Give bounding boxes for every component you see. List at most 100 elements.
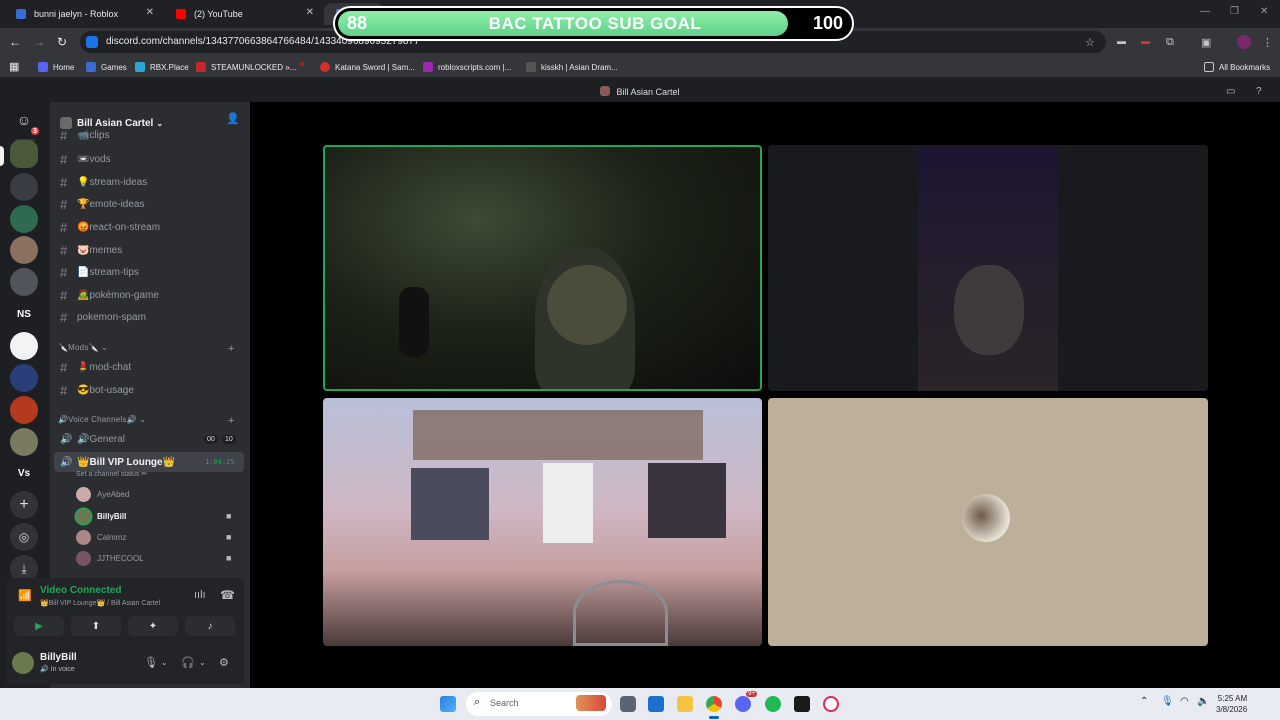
browser-tab-roblox[interactable]: bunni jaelyn - Roblox ✕	[4, 3, 162, 25]
voice-channel-bill-vip-lounge[interactable]: 🔊 👑Bill VIP Lounge👑 1:04:25	[54, 452, 244, 472]
voice-user[interactable]: Calmmz ■	[76, 527, 231, 547]
start-windows-icon[interactable]	[440, 696, 456, 712]
video-tile-room[interactable]	[323, 398, 762, 646]
bookmark-kisskh[interactable]: kisskh | Asian Dram...	[526, 62, 618, 72]
opera-icon[interactable]	[823, 696, 839, 712]
activities-button[interactable]: ✦	[128, 616, 178, 636]
inbox-icon[interactable]: ▭	[1226, 86, 1235, 97]
voice-user[interactable]: JJTHECOOL ■	[76, 548, 231, 568]
bookmark-robloxscripts[interactable]: robloxscripts.com |...	[423, 62, 511, 72]
taskbar-clock[interactable]: 5:25 AM 3/8/2026	[1216, 693, 1247, 715]
voice-user[interactable]: AyeAbed	[76, 484, 129, 504]
video-tile-speaking[interactable]	[323, 145, 762, 391]
bookmark-rbxplace[interactable]: RBX.Place	[135, 62, 189, 72]
file-explorer-icon[interactable]	[677, 696, 693, 712]
channel-bot-usage[interactable]: # 😎bot-usage	[54, 380, 244, 400]
volume-icon[interactable]: 🔈	[1197, 696, 1209, 707]
voice-channel-general[interactable]: 🔊 🔊General 00 10	[54, 429, 244, 449]
avatar[interactable]	[12, 652, 34, 674]
category-mods[interactable]: 🔪Mods🔪 ⌄ +	[58, 343, 234, 355]
bookmark-games[interactable]: Games	[86, 62, 127, 72]
restore-icon[interactable]: ❐	[1230, 6, 1239, 17]
channel-react-on-stream[interactable]: # 😡react-on-stream	[54, 217, 244, 237]
server-icon-ns[interactable]: NS	[10, 300, 38, 328]
reload-icon[interactable]: ↻	[57, 35, 67, 49]
server-icon-bill-asian-cartel[interactable]	[10, 140, 38, 168]
server-icon[interactable]	[10, 332, 38, 360]
channel-vods[interactable]: # 📼vods	[54, 149, 244, 169]
roblox-studio-icon[interactable]	[794, 696, 810, 712]
task-view-icon[interactable]	[620, 696, 636, 712]
screen-share-button[interactable]: ⬆	[71, 616, 121, 636]
create-channel-icon[interactable]: +	[228, 343, 235, 355]
video-tile-avatar[interactable]	[768, 398, 1208, 646]
server-icon[interactable]	[10, 364, 38, 392]
chevron-down-icon[interactable]: ⌄	[199, 658, 206, 667]
show-hidden-icons-chevron-icon[interactable]: ⌃	[1140, 696, 1148, 707]
noise-suppression-icon[interactable]: ıılı	[194, 589, 206, 601]
channel-pokemon-spam[interactable]: # pokemon-spam	[54, 307, 244, 327]
channel-clips[interactable]: # 📹clips	[54, 126, 244, 144]
settings-gear-icon[interactable]: ⚙	[219, 656, 229, 669]
channel-stream-ideas[interactable]: # 💡stream-ideas	[54, 172, 244, 192]
site-info-icon[interactable]	[86, 36, 98, 48]
server-icon[interactable]	[10, 428, 38, 456]
close-tab-icon[interactable]: ✕	[146, 7, 154, 18]
microphone-icon[interactable]: 🎙	[144, 656, 158, 669]
bookmark-steamunlocked[interactable]: STEAMUNLOCKED »...	[196, 62, 296, 72]
close-window-icon[interactable]: ✕	[1260, 6, 1268, 17]
bookmark-home[interactable]: Home	[38, 62, 74, 72]
browser-tab-youtube[interactable]: (2) YouTube ✕	[164, 3, 322, 25]
camera-button[interactable]: ▶	[14, 616, 64, 636]
direct-messages-button[interactable]: ☺ 3	[10, 106, 41, 137]
channel-memes[interactable]: # 🐷memes	[54, 240, 244, 260]
channel-emote-ideas[interactable]: # 🏆emote-ideas	[54, 194, 244, 214]
widgets-icon[interactable]	[648, 696, 664, 712]
wifi-icon[interactable]: ◠	[1180, 696, 1189, 707]
chrome-icon[interactable]	[706, 696, 722, 712]
channel-status[interactable]: Set a channel status ✏	[76, 470, 147, 478]
chevron-down-icon[interactable]: ⌄	[161, 658, 168, 667]
invite-people-icon[interactable]: 👤	[226, 112, 240, 125]
channel-mod-chat[interactable]: # 💄mod-chat	[54, 357, 244, 377]
bookmark-star-icon[interactable]: ☆	[1085, 36, 1095, 49]
discord-taskbar-icon[interactable]: 9+	[735, 691, 757, 712]
server-icon[interactable]	[10, 205, 38, 233]
discover-compass-icon[interactable]: ◎	[10, 523, 38, 551]
headphones-icon[interactable]: 🎧	[181, 656, 195, 669]
menu-kebab-icon[interactable]: ⋮	[1262, 36, 1273, 49]
server-icon[interactable]	[10, 236, 38, 264]
side-panel-icon[interactable]: ▣	[1201, 36, 1211, 49]
apps-grid-icon[interactable]: ▦	[9, 60, 19, 73]
taskbar-search[interactable]: ⌕ Search	[466, 692, 612, 716]
voice-user[interactable]: BillyBill ■	[76, 506, 231, 526]
signal-icon[interactable]: 📶	[18, 589, 32, 602]
server-icon[interactable]	[10, 173, 38, 201]
profile-avatar[interactable]	[1237, 35, 1251, 49]
help-icon[interactable]: ?	[1256, 86, 1262, 97]
back-icon[interactable]: ←	[9, 35, 21, 49]
category-voice-channels[interactable]: 🔊Voice Channels🔊 ⌄ +	[58, 415, 234, 427]
channel-stream-tips[interactable]: # 📄stream-tips	[54, 262, 244, 282]
server-icon[interactable]	[10, 268, 38, 296]
add-server-icon[interactable]: +	[10, 491, 38, 519]
extensions-puzzle-icon[interactable]: ⧉	[1166, 36, 1174, 49]
spotify-icon[interactable]	[765, 696, 781, 712]
bookmark-katana[interactable]: Katana Sword | Sam...	[320, 62, 415, 72]
create-channel-icon[interactable]: +	[228, 415, 235, 427]
minimize-icon[interactable]: —	[1200, 6, 1210, 17]
disconnect-icon[interactable]: ☎	[220, 588, 235, 602]
close-tab-icon[interactable]: ✕	[306, 7, 314, 18]
bookmark-red-dot[interactable]	[300, 62, 309, 66]
soundboard-button[interactable]: ♪	[185, 616, 235, 636]
connection-location[interactable]: 👑Bill VIP Lounge👑 / Bill Asian Cartel	[40, 599, 160, 607]
server-icon[interactable]	[10, 396, 38, 424]
extension-icon[interactable]: ▬	[1117, 36, 1126, 46]
extension-icon[interactable]: ▬	[1141, 36, 1150, 46]
forward-icon[interactable]: →	[33, 35, 45, 49]
server-icon-vs[interactable]: Vs	[10, 459, 38, 487]
all-bookmarks[interactable]: All Bookmarks	[1204, 62, 1270, 72]
microphone-in-use-icon[interactable]: 🎙	[1161, 696, 1174, 707]
channel-pokemon-game[interactable]: # 🧟pokémon-game	[54, 285, 244, 305]
video-tile-portrait[interactable]	[768, 145, 1208, 391]
